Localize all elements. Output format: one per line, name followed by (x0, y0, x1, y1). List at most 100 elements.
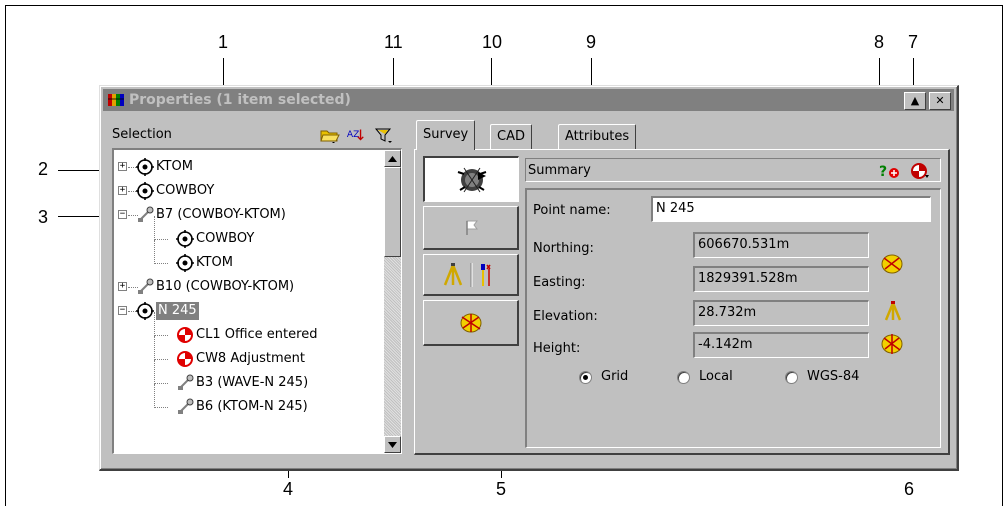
point-name-field[interactable]: N 245 (651, 196, 931, 222)
properties-window: Properties (1 item selected) ▲ ✕ Selecti… (99, 85, 959, 471)
tab-survey-label: Survey (423, 127, 469, 142)
close-icon: ✕ (935, 94, 945, 107)
point-name-label: Point name: (533, 203, 611, 218)
tree-item[interactable]: − N 245 (114, 300, 384, 322)
summary-bar: Summary ? (525, 158, 941, 182)
flag-view-button[interactable] (423, 206, 519, 250)
summary-label: Summary (528, 163, 591, 178)
tree-item[interactable]: + B10 (COWBOY-KTOM) (114, 276, 384, 298)
properties-app-icon (108, 94, 124, 106)
close-button[interactable]: ✕ (929, 92, 951, 110)
tree-connector (154, 239, 168, 240)
northing-label: Northing: (533, 241, 594, 256)
expand-icon[interactable]: + (118, 186, 127, 195)
callout-4: 4 (283, 479, 294, 499)
elevation-field: 28.732m (693, 300, 869, 326)
help-add-icon[interactable]: ? (878, 162, 902, 180)
wgs84-radio-label: WGS-84 (807, 369, 860, 384)
local-radio[interactable] (677, 371, 690, 384)
elevation-label: Elevation: (533, 309, 598, 324)
local-radio-label: Local (699, 369, 733, 384)
tab-survey[interactable]: Survey (416, 120, 476, 150)
baseline-icon (136, 278, 154, 304)
scroll-down-button[interactable] (384, 436, 401, 453)
point-icon (136, 158, 154, 184)
grid-ellipsoid-icon[interactable] (879, 252, 905, 276)
title-bar[interactable]: Properties (1 item selected) ▲ ✕ (103, 89, 954, 111)
tree-item[interactable]: COWBOY (114, 216, 384, 250)
tree-item-label: CW8 Adjustment (196, 351, 305, 366)
satellite-icon (457, 167, 486, 192)
tree-item[interactable]: KTOM (114, 240, 384, 274)
tree-item-label: B7 (COWBOY-KTOM) (156, 207, 286, 222)
survey-tab-panel: Summary ? Point name: N 245 Northing: 60… (414, 149, 950, 455)
point-icon (176, 254, 194, 280)
tab-attributes[interactable]: Attributes (558, 124, 637, 150)
ellipsoid-view-button[interactable] (423, 300, 519, 346)
height-ellipsoid-icon[interactable] (879, 332, 905, 356)
tree-item[interactable]: CL1 Office entered (114, 312, 384, 346)
tree-item[interactable]: + COWBOY (114, 180, 384, 202)
easting-field: 1829391.528m (693, 266, 869, 292)
height-field: -4.142m (693, 332, 869, 358)
expand-icon[interactable]: + (118, 162, 127, 171)
tree-connector (154, 335, 168, 336)
tree-connector (154, 383, 168, 384)
tree-item-label: N 245 (156, 302, 199, 320)
scroll-up-button[interactable] (384, 150, 401, 167)
callout-1: 1 (218, 32, 229, 52)
tab-cad[interactable]: CAD (490, 124, 532, 150)
point-icon (176, 230, 194, 256)
tree-item[interactable]: + KTOM (114, 156, 384, 178)
tree-item-label: COWBOY (196, 231, 255, 246)
callout-7: 7 (908, 32, 919, 52)
callout-11: 11 (384, 32, 403, 52)
selection-label: Selection (112, 127, 172, 142)
tree-item-label: COWBOY (156, 183, 215, 198)
baseline-icon (136, 206, 154, 232)
grid-radio-label: Grid (601, 369, 629, 384)
folder-open-icon[interactable] (320, 127, 340, 143)
scroll-thumb[interactable] (384, 167, 401, 257)
callout-6: 6 (904, 479, 915, 499)
tree-item[interactable]: B3 (WAVE-N 245) (114, 360, 384, 394)
wgs84-radio[interactable] (785, 371, 798, 384)
target-icon[interactable] (910, 162, 930, 180)
tree-item[interactable]: CW8 Adjustment (114, 336, 384, 370)
tree-connector (154, 263, 168, 264)
control-point-icon (176, 326, 194, 352)
tree-item-label: B3 (WAVE-N 245) (196, 375, 309, 390)
tree-item-label: KTOM (196, 255, 233, 270)
flag-icon (465, 220, 478, 235)
baseline-icon (176, 374, 194, 400)
northing-field: 606670.531m (693, 232, 869, 258)
tripod-icon[interactable] (883, 300, 903, 322)
tab-cad-label: CAD (497, 129, 525, 144)
tree-item-label: CL1 Office entered (196, 327, 318, 342)
minimize-button[interactable]: ▲ (904, 92, 926, 110)
tree-item[interactable]: − B7 (COWBOY-KTOM) (114, 204, 384, 226)
grid-radio[interactable] (579, 371, 592, 384)
scroll-down-arrow-icon (388, 441, 397, 448)
point-icon (136, 182, 154, 208)
tripod-and-rod-icon (443, 262, 491, 287)
expand-icon[interactable]: + (118, 282, 127, 291)
callout-10: 10 (482, 32, 503, 52)
gnss-view-button[interactable] (423, 156, 519, 202)
instrument-view-button[interactable] (423, 254, 519, 296)
filter-icon[interactable] (374, 127, 394, 143)
tree-connector (154, 359, 168, 360)
scroll-up-arrow-icon (388, 155, 397, 162)
tree-item[interactable]: B6 (KTOM-N 245) (114, 384, 384, 418)
tree-connector (154, 407, 168, 408)
collapse-icon[interactable]: − (118, 210, 127, 219)
svg-text:?: ? (879, 164, 887, 180)
collapse-icon[interactable]: − (118, 306, 127, 315)
caret-up-icon: ▲ (910, 94, 920, 107)
selection-tree[interactable]: B6 (KTOM-N 245) B3 (WAVE-N 245) CW8 Adjust… (112, 148, 402, 454)
callout-9: 9 (586, 32, 597, 52)
callout-8: 8 (874, 32, 885, 52)
sort-az-icon[interactable]: AZ (346, 127, 366, 143)
callout-2: 2 (38, 159, 49, 179)
tree-scrollbar[interactable] (384, 150, 401, 453)
